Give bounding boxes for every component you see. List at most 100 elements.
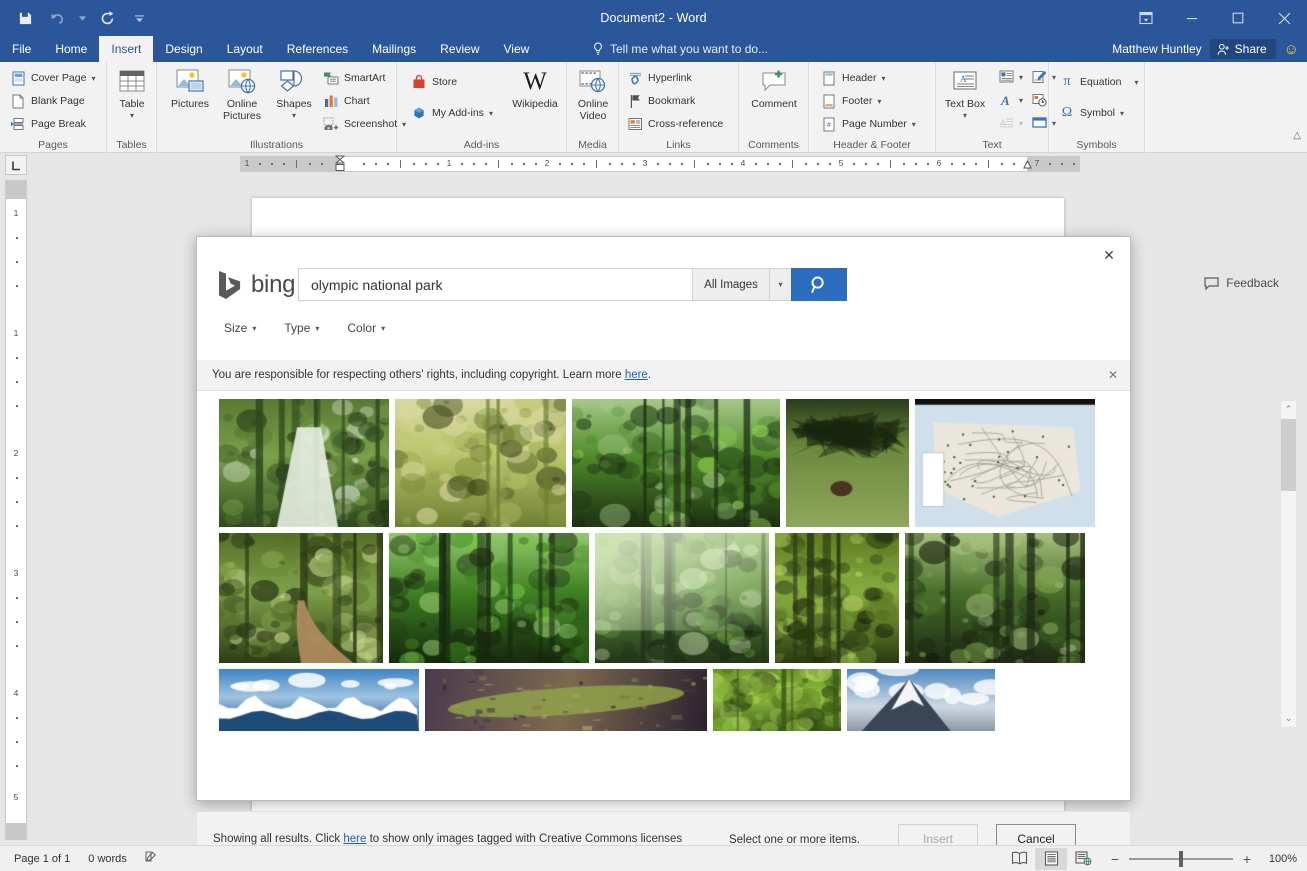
- chevron-down-icon[interactable]: ▾: [91, 74, 95, 83]
- search-input[interactable]: olympic national park: [298, 268, 692, 301]
- minimize-icon[interactable]: [1169, 0, 1215, 36]
- view-print-layout-icon[interactable]: [1035, 848, 1067, 870]
- image-result-mossy-hall-of-mosses[interactable]: [395, 399, 567, 527]
- footer-button[interactable]: Footer ▾: [821, 93, 881, 109]
- shapes-button[interactable]: Shapes ▾: [267, 66, 321, 122]
- my-addins-button[interactable]: My Add-ins ▾: [411, 105, 493, 121]
- drop-cap-button[interactable]: A ▾: [998, 115, 1023, 131]
- header-button[interactable]: Header ▾: [821, 70, 885, 86]
- zoom-level[interactable]: 100%: [1261, 853, 1297, 865]
- tab-selector-button[interactable]: [5, 155, 27, 175]
- tab-references[interactable]: References: [275, 36, 360, 62]
- image-result-elk-on-hillside[interactable]: [786, 399, 910, 527]
- comment-button[interactable]: Comment: [747, 66, 801, 110]
- image-result-hurricane-ridge-panorama[interactable]: [219, 669, 419, 731]
- image-result-waterfall-forest[interactable]: [219, 399, 389, 527]
- proofing-errors-icon[interactable]: [145, 850, 161, 867]
- chevron-down-icon[interactable]: ▾: [130, 110, 134, 122]
- online-pictures-button[interactable]: Online Pictures: [215, 66, 269, 122]
- word-count[interactable]: 0 words: [88, 853, 127, 865]
- chevron-down-icon[interactable]: ▾: [1120, 109, 1124, 118]
- image-result-mossy-arch-trail[interactable]: [219, 533, 383, 663]
- screenshot-button[interactable]: Screenshot ▾: [323, 116, 406, 132]
- zoom-out-button[interactable]: −: [1109, 851, 1121, 867]
- chevron-down-icon[interactable]: ▾: [489, 109, 493, 118]
- chevron-down-icon[interactable]: ▾: [1019, 73, 1023, 82]
- image-result-dense-green-forest[interactable]: [389, 533, 589, 663]
- image-result-mossy-log-closeup[interactable]: [425, 669, 707, 731]
- page-number-button[interactable]: # Page Number ▾: [821, 116, 916, 132]
- dialog-close-icon[interactable]: ✕: [1092, 241, 1126, 269]
- notice-close-icon[interactable]: ✕: [1108, 368, 1118, 382]
- chevron-down-icon[interactable]: ▾: [877, 97, 881, 106]
- chevron-down-icon[interactable]: ▾: [1019, 96, 1023, 105]
- notice-learn-more-link[interactable]: here: [625, 369, 648, 381]
- image-result-rainforest-understory[interactable]: [572, 399, 780, 527]
- close-icon[interactable]: [1261, 0, 1307, 36]
- blank-page-button[interactable]: Blank Page: [10, 93, 85, 109]
- filter-color[interactable]: Color ▾: [347, 321, 385, 335]
- results-scrollbar[interactable]: ⌃ ⌄: [1280, 400, 1297, 728]
- creative-commons-link[interactable]: here: [343, 833, 366, 845]
- scroll-up-icon[interactable]: ⌃: [1281, 401, 1296, 418]
- tab-view[interactable]: View: [492, 36, 542, 62]
- tab-home[interactable]: Home: [43, 36, 99, 62]
- zoom-slider-thumb[interactable]: [1179, 851, 1183, 867]
- cross-reference-button[interactable]: Cross-reference: [627, 116, 723, 132]
- horizontal-ruler[interactable]: 1 1 2 3 4: [240, 156, 1080, 172]
- cover-page-button[interactable]: Cover Page ▾: [10, 70, 95, 86]
- image-result-hall-of-mosses-hanging[interactable]: [713, 669, 841, 731]
- chevron-down-icon[interactable]: ▾: [912, 120, 916, 129]
- scroll-down-icon[interactable]: ⌄: [1281, 710, 1296, 727]
- equation-button[interactable]: π Equation ▾: [1059, 74, 1138, 90]
- image-result-hiker-in-old-growth[interactable]: [905, 533, 1085, 663]
- feedback-smiley-icon[interactable]: ☺: [1284, 41, 1299, 58]
- restore-icon[interactable]: [1215, 0, 1261, 36]
- scrollbar-thumb[interactable]: [1281, 419, 1296, 491]
- page-break-button[interactable]: Page Break: [10, 116, 86, 132]
- filter-type[interactable]: Type ▾: [284, 321, 319, 335]
- zoom-slider[interactable]: [1129, 858, 1233, 860]
- chevron-down-icon[interactable]: ▾: [881, 74, 885, 83]
- ribbon-display-options-icon[interactable]: [1123, 0, 1169, 36]
- image-result-snow-capped-peak[interactable]: [847, 669, 995, 731]
- tab-layout[interactable]: Layout: [215, 36, 275, 62]
- online-video-button[interactable]: Online Video: [566, 66, 620, 122]
- scope-chevron-down-icon[interactable]: ▾: [769, 268, 791, 301]
- vertical-ruler[interactable]: 1 1 2 3 4 5: [5, 180, 27, 840]
- pictures-button[interactable]: Pictures: [163, 66, 217, 110]
- wordart-button[interactable]: A ▾: [998, 92, 1023, 108]
- chevron-down-icon[interactable]: ▾: [292, 110, 296, 122]
- image-result-sunbeam-forest[interactable]: [595, 533, 769, 663]
- tell-me-search[interactable]: Tell me what you want to do...: [592, 36, 768, 62]
- zoom-in-button[interactable]: +: [1241, 851, 1253, 867]
- share-button[interactable]: Share: [1210, 39, 1276, 59]
- chart-button[interactable]: Chart: [323, 93, 370, 109]
- image-result-moss-covered-trees[interactable]: [775, 533, 899, 663]
- feedback-button[interactable]: Feedback: [1204, 276, 1279, 290]
- symbol-button[interactable]: Ω Symbol ▾: [1059, 105, 1124, 121]
- tab-mailings[interactable]: Mailings: [360, 36, 428, 62]
- tab-insert[interactable]: Insert: [99, 36, 153, 62]
- collapse-ribbon-icon[interactable]: △: [1293, 130, 1301, 141]
- tab-review[interactable]: Review: [428, 36, 491, 62]
- hyperlink-button[interactable]: Hyperlink: [627, 70, 692, 86]
- store-button[interactable]: Store: [411, 74, 457, 90]
- tab-file[interactable]: File: [0, 36, 43, 62]
- chevron-down-icon[interactable]: ▾: [963, 110, 967, 122]
- view-web-layout-icon[interactable]: [1067, 848, 1099, 870]
- view-read-mode-icon[interactable]: [1003, 848, 1035, 870]
- page-indicator[interactable]: Page 1 of 1: [14, 853, 70, 865]
- chevron-down-icon[interactable]: ▾: [1134, 78, 1138, 87]
- table-button[interactable]: Table ▾: [105, 66, 159, 122]
- chevron-down-icon[interactable]: ▾: [1019, 119, 1023, 128]
- wikipedia-button[interactable]: W Wikipedia: [505, 66, 565, 110]
- right-indent-marker[interactable]: [1023, 160, 1032, 178]
- scope-selector[interactable]: All Images: [692, 268, 769, 301]
- search-button[interactable]: [791, 268, 847, 301]
- quick-parts-button[interactable]: ▾: [998, 69, 1023, 85]
- bookmark-button[interactable]: Bookmark: [627, 93, 695, 109]
- tab-design[interactable]: Design: [153, 36, 214, 62]
- left-indent-marker[interactable]: [335, 155, 344, 173]
- text-box-button[interactable]: A Text Box ▾: [938, 66, 992, 122]
